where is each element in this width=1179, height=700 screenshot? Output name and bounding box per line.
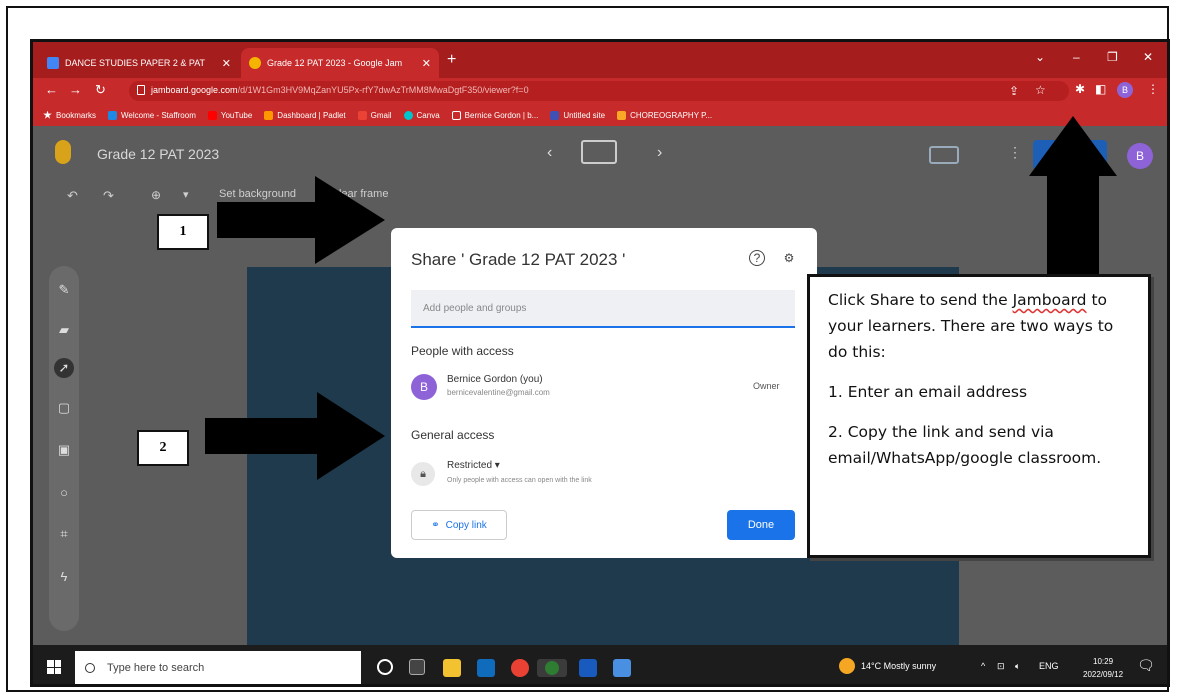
taskbar-search-box[interactable]: Type here to search <box>75 651 361 684</box>
screenshot: DANCE STUDIES PAPER 2 & PAT ✕ Grade 12 P… <box>30 39 1170 687</box>
instruction-callout: Click Share to send the Jamboard to your… <box>807 274 1151 558</box>
step-number-1: 1 <box>157 214 209 250</box>
input-language[interactable]: ENG <box>1039 661 1059 671</box>
callout-jamboard-word: Jamboard <box>1012 291 1087 309</box>
search-icon <box>85 663 95 673</box>
tray-chevron-icon[interactable]: ^ <box>981 661 985 671</box>
step-number-2: 2 <box>137 430 189 466</box>
notifications-icon[interactable]: 🗨︎ <box>1137 657 1155 674</box>
arrow-share-up <box>1029 116 1117 274</box>
volume-icon[interactable]: 🔈︎ <box>1015 661 1020 672</box>
callout-intro: Click Share to send the Jamboard to your… <box>828 287 1130 365</box>
arrow-1 <box>217 176 385 264</box>
network-icon[interactable]: ⊡ <box>997 661 1005 672</box>
file-explorer-icon[interactable] <box>443 659 461 677</box>
clock-date: 2022/09/12 <box>1083 670 1124 679</box>
document-frame: DANCE STUDIES PAPER 2 & PAT ✕ Grade 12 P… <box>6 6 1170 692</box>
outlook-icon[interactable] <box>477 659 495 677</box>
weather-icon <box>839 658 855 674</box>
task-view-icon[interactable] <box>409 659 425 675</box>
chrome-icon[interactable] <box>511 659 529 677</box>
clock-time: 10:29 <box>1093 657 1114 666</box>
callout-step-2: 2. Copy the link and send via email/What… <box>828 423 1102 467</box>
taskbar-clock[interactable]: 10:29 2022/09/12 <box>1083 655 1123 681</box>
store-icon[interactable] <box>613 659 631 677</box>
search-placeholder: Type here to search <box>107 662 205 674</box>
chrome-icon <box>545 661 559 675</box>
word-icon[interactable] <box>579 659 597 677</box>
windows-taskbar: Type here to search 14°C Mostly sunny ^ … <box>33 645 1167 684</box>
arrow-2 <box>205 392 385 480</box>
callout-text: Click Share to send the <box>828 291 1013 309</box>
chrome-active-icon[interactable] <box>537 659 567 677</box>
windows-start-icon[interactable] <box>47 660 61 674</box>
weather-text[interactable]: 14°C Mostly sunny <box>861 661 936 671</box>
cortana-icon[interactable] <box>377 659 393 675</box>
callout-step-1: 1. Enter an email address <box>828 383 1028 401</box>
